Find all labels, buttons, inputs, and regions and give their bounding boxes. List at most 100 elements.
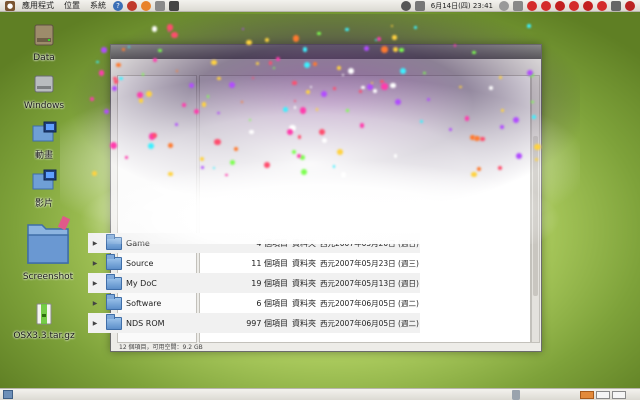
logout-icon[interactable] — [625, 0, 635, 11]
tray-red-icon-5[interactable] — [583, 0, 593, 11]
expand-arrow-icon[interactable]: ▶ — [90, 320, 100, 327]
trash-icon[interactable] — [512, 390, 520, 400]
tray-red-icon-3[interactable] — [555, 0, 565, 11]
firefox-icon[interactable] — [141, 0, 151, 11]
expand-arrow-icon[interactable]: ▶ — [90, 240, 100, 247]
table-row[interactable]: ▶ Game 4 個項目 資料夾 西元2007年05月20日 (週日) 14 — [88, 233, 420, 253]
sparkle-dot — [292, 35, 300, 43]
menu-applications[interactable]: 應用程式 — [17, 0, 59, 12]
workspace-3[interactable] — [612, 391, 626, 399]
folder-icon — [27, 215, 71, 264]
desktop-icon-windows[interactable]: Windows — [4, 72, 84, 112]
file-name: Software — [126, 298, 162, 308]
desktop-icon-screenshot[interactable]: Screenshot — [8, 215, 88, 283]
vertical-scrollbar[interactable] — [531, 75, 540, 343]
workspace-2[interactable] — [596, 391, 610, 399]
tray-red-icon[interactable] — [527, 0, 537, 11]
sparkle-dot — [91, 170, 97, 176]
battery-icon[interactable] — [611, 0, 621, 11]
expand-arrow-icon[interactable]: ▶ — [90, 280, 100, 287]
tray-red-icon-4[interactable] — [569, 0, 579, 11]
folder-icon — [106, 253, 122, 270]
volume-icon[interactable] — [513, 0, 523, 11]
sparkle-dot — [90, 97, 95, 102]
desktop-icon-data[interactable]: Data — [4, 22, 84, 64]
clock[interactable]: 6月14日(四) 23:41 — [427, 1, 497, 11]
terminal-icon[interactable] — [127, 0, 137, 11]
top-panel: ● 應用程式 位置 系統 ? 6月14日(四) 23:41 — [0, 0, 640, 12]
desktop-icon-label: Screenshot — [22, 272, 74, 282]
file-size: 19 個項目 — [251, 278, 288, 288]
pidgin-icon[interactable] — [169, 0, 179, 11]
power-icon[interactable] — [499, 0, 509, 11]
desktop-icon-animation[interactable]: 動畫 — [4, 120, 84, 162]
movie-folder-icon — [32, 121, 57, 142]
sparkle-dot — [96, 60, 99, 64]
menu-system[interactable]: 系統 — [85, 0, 111, 12]
tray-red-icon-2[interactable] — [541, 0, 551, 11]
folder-icon — [106, 233, 122, 250]
desktop-icon-archive[interactable]: OSX3.3.tar.gz — [4, 302, 84, 342]
file-type: 資料夾 — [292, 258, 316, 268]
workspace-1[interactable] — [580, 391, 594, 399]
user-icon[interactable] — [400, 0, 411, 11]
network-icon[interactable] — [414, 0, 425, 11]
file-type: 資料夾 — [292, 318, 316, 328]
sparkle-dot — [264, 37, 270, 43]
desktop-icon-label: 動畫 — [34, 151, 53, 161]
file-type: 資料夾 — [292, 278, 316, 288]
bottom-panel — [0, 388, 640, 400]
sparkle-dot — [345, 27, 349, 32]
sparkle-dot — [103, 108, 110, 115]
expand-arrow-icon[interactable]: ▶ — [90, 260, 100, 267]
drive-icon — [34, 75, 54, 93]
file-size: 11 個項目 — [251, 258, 288, 268]
file-type: 資料夾 — [292, 238, 316, 248]
tray-red-icon-6[interactable] — [597, 0, 607, 11]
file-date: 西元2007年06月05日 (週二) 11 — [320, 318, 420, 328]
sparkle-dot — [526, 24, 531, 28]
mail-icon[interactable] — [155, 0, 165, 11]
file-name: NDS ROM — [126, 318, 165, 328]
sparkle-dot — [242, 28, 245, 31]
sparkle-dot — [151, 25, 158, 32]
folder-icon — [106, 313, 122, 330]
table-row[interactable]: ▶ Source 11 個項目 資料夾 西元2007年05月23日 (週三) 1… — [88, 253, 420, 273]
status-bar: 12 個項目，可用空間：9.2 GB — [119, 344, 203, 351]
desktop-icon-label: 影片 — [34, 199, 53, 209]
sparkle-dot — [414, 26, 417, 29]
desktop-icon-label: OSX3.3.tar.gz — [13, 331, 75, 341]
file-size: 997 個項目 — [246, 318, 288, 328]
file-size: 6 個項目 — [256, 298, 288, 308]
file-name: Game — [126, 238, 150, 248]
sparkle-dot — [171, 31, 178, 39]
file-size: 4 個項目 — [256, 238, 288, 248]
folder-icon — [106, 293, 122, 310]
file-date: 西元2007年05月13日 (週日) 11 — [320, 278, 420, 288]
archive-icon — [36, 303, 52, 325]
desktop-icon-videos[interactable]: 影片 — [4, 168, 84, 210]
sparkle-dot — [167, 29, 170, 33]
sparkle-dot — [101, 47, 107, 53]
help-icon[interactable]: ? — [113, 0, 123, 11]
window-titlebar[interactable] — [111, 45, 541, 59]
file-name: My DoC — [126, 278, 157, 288]
sparkle-dot — [98, 70, 104, 76]
file-date: 西元2007年06月05日 (週二) 09 — [320, 298, 420, 308]
file-date: 西元2007年05月20日 (週日) 14 — [320, 238, 420, 248]
table-row[interactable]: ▶ Software 6 個項目 資料夾 西元2007年06月05日 (週二) … — [88, 293, 420, 313]
folder-icon — [106, 273, 122, 290]
file-name: Source — [126, 258, 154, 268]
expand-arrow-icon[interactable]: ▶ — [90, 300, 100, 307]
sparkle-dot — [391, 25, 394, 28]
scrollbar-thumb[interactable] — [533, 136, 538, 296]
menu-places[interactable]: 位置 — [59, 0, 85, 12]
ubuntu-logo-icon[interactable]: ● — [5, 0, 15, 11]
desktop-icon-label: Data — [33, 53, 55, 63]
table-row[interactable]: ▶ NDS ROM 997 個項目 資料夾 西元2007年06月05日 (週二)… — [88, 313, 420, 333]
show-desktop-icon[interactable] — [3, 390, 13, 399]
table-row[interactable]: ▶ My DoC 19 個項目 資料夾 西元2007年05月13日 (週日) 1… — [88, 273, 420, 293]
sparkle-dot — [166, 24, 174, 31]
desktop-icon-label: Windows — [23, 101, 65, 111]
sparkle-dot — [317, 31, 321, 36]
